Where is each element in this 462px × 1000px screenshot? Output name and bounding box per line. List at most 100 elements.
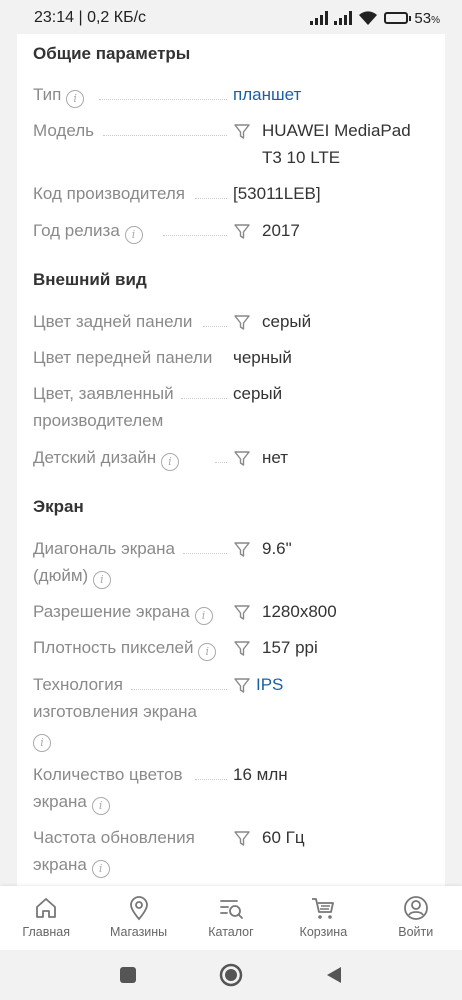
spec-value: [53011LEB] xyxy=(233,184,321,203)
spec-row-vendor-color: Цвет, заявленный производителем серый xyxy=(33,380,433,434)
dotted-leader xyxy=(181,398,227,399)
cart-icon xyxy=(312,898,335,919)
nav-label: Корзина xyxy=(299,925,348,939)
spec-value: 1280x800 xyxy=(262,602,337,621)
dotted-leader xyxy=(99,99,227,100)
spec-label-text: Разрешение экрана xyxy=(33,602,190,621)
dotted-leader xyxy=(183,553,227,554)
info-icon[interactable]: i xyxy=(33,734,51,752)
signal-2-icon xyxy=(334,11,353,25)
spec-label-text: Тип xyxy=(33,85,62,104)
spec-label: Диагональ экрана (дюйм) i xyxy=(33,535,193,589)
filter-icon[interactable] xyxy=(233,676,251,694)
filter-icon[interactable] xyxy=(233,639,251,657)
spec-label: Разрешение экрана i xyxy=(33,598,233,625)
spec-row-colors: Количество цветов экрана i 16 млн xyxy=(33,761,433,815)
nav-label: Магазины xyxy=(109,925,168,939)
filter-icon[interactable] xyxy=(233,829,251,847)
section-title-appearance: Внешний вид xyxy=(33,270,147,289)
spec-label-text: Детский дизайн xyxy=(33,448,157,467)
filter-icon[interactable] xyxy=(233,449,251,467)
spec-label: Цвет передней панели xyxy=(33,348,213,367)
catalog-search-icon xyxy=(220,900,243,919)
spec-label-text: Частота обновления экрана xyxy=(33,828,195,874)
spec-value: черный xyxy=(233,348,292,367)
info-icon[interactable]: i xyxy=(66,90,85,108)
spec-value-link[interactable]: IPS xyxy=(256,671,427,698)
spec-value-link[interactable]: планшет xyxy=(233,81,433,108)
battery-unit: % xyxy=(431,14,440,26)
user-icon xyxy=(403,896,428,920)
status-time-speed: 23:14 | 0,2 КБ/с xyxy=(34,9,147,26)
spec-value: 2017 xyxy=(262,221,300,240)
dotted-leader xyxy=(103,135,227,136)
nav-label: Главная xyxy=(22,925,70,939)
spec-label: Год релиза i xyxy=(33,217,229,244)
spec-value: 60 Гц xyxy=(262,828,305,847)
filter-icon[interactable] xyxy=(233,313,251,331)
status-bar: 23:14 | 0,2 КБ/с 53% xyxy=(0,0,462,36)
spec-row-type: Тип i планшет xyxy=(33,81,433,108)
spec-value: серый xyxy=(262,312,312,331)
filter-icon[interactable] xyxy=(233,122,251,140)
info-icon[interactable]: i xyxy=(194,607,213,625)
section-title-general: Общие параметры xyxy=(33,44,191,63)
home-circle-icon[interactable] xyxy=(218,962,244,988)
dotted-leader xyxy=(215,462,227,463)
dotted-leader xyxy=(163,235,227,236)
info-icon[interactable]: i xyxy=(160,453,179,471)
info-icon[interactable]: i xyxy=(198,643,217,661)
spec-label: Модель xyxy=(33,121,95,140)
spec-label-text: Плотность пикселей xyxy=(33,638,194,657)
nav-stores[interactable]: Магазины xyxy=(94,894,184,939)
spec-label: Частота обновления экрана i xyxy=(33,824,208,878)
nav-login[interactable]: Войти xyxy=(371,894,461,939)
spec-label-text: Технология изготовления экрана xyxy=(33,675,197,721)
bottom-nav: Главная Магазины Каталог Корзина Войти xyxy=(0,886,462,950)
spec-row-resolution: Разрешение экрана i 1280x800 xyxy=(33,598,433,625)
spec-row-model: Модель HUAWEI MediaPad T3 10 LTE xyxy=(33,117,433,171)
battery-percent: 53 xyxy=(414,9,432,27)
back-icon[interactable] xyxy=(324,965,344,985)
filter-icon[interactable] xyxy=(233,603,251,621)
system-nav-bar xyxy=(0,950,462,1000)
spec-row-diagonal: Диагональ экрана (дюйм) i 9.6" xyxy=(33,535,433,589)
spec-label: Цвет, заявленный производителем xyxy=(33,384,174,430)
spec-label: Количество цветов экрана i xyxy=(33,761,203,815)
spec-label: Плотность пикселей i xyxy=(33,634,233,661)
nav-label: Войти xyxy=(398,925,434,939)
filter-icon[interactable] xyxy=(233,222,251,240)
spec-value: HUAWEI MediaPad T3 10 LTE xyxy=(262,121,411,167)
signal-1-icon xyxy=(310,11,329,25)
info-icon[interactable]: i xyxy=(124,226,143,244)
nav-label: Каталог xyxy=(208,925,254,939)
info-icon[interactable]: i xyxy=(92,571,111,589)
location-pin-icon xyxy=(129,896,148,921)
dotted-leader xyxy=(203,326,227,327)
spec-row-release-year: Год релиза i 2017 xyxy=(33,217,433,244)
specs-card: Общие параметры Тип i планшет Модель HUA… xyxy=(17,34,445,886)
spec-row-kids-design: Детский дизайн i нет xyxy=(33,444,433,471)
spec-row-screen-tech: Технология изготовления экрана i IPS xyxy=(33,671,433,752)
info-icon[interactable]: i xyxy=(91,860,110,878)
battery-icon: 53% xyxy=(384,10,440,27)
spec-row-ppi: Плотность пикселей i 157 ppi xyxy=(33,634,433,661)
spec-row-front-color: Цвет передней панели черный xyxy=(33,344,433,371)
spec-value: нет xyxy=(262,448,289,467)
spec-value: 16 млн xyxy=(233,765,288,784)
spec-row-vendor-code: Код производителя [53011LEB] xyxy=(33,180,433,207)
spec-value: 9.6" xyxy=(262,539,292,558)
recents-icon[interactable] xyxy=(118,965,138,985)
nav-cart[interactable]: Корзина xyxy=(278,894,368,939)
spec-label: Тип i xyxy=(33,81,229,108)
spec-label-text: Год релиза xyxy=(33,221,120,240)
dotted-leader xyxy=(131,689,227,690)
spec-row-refresh-rate: Частота обновления экрана i 60 Гц xyxy=(33,824,433,878)
spec-label: Код производителя xyxy=(33,184,185,203)
spec-label: Цвет задней панели xyxy=(33,312,193,331)
spec-label: Детский дизайн i xyxy=(33,444,229,471)
info-icon[interactable]: i xyxy=(91,797,110,815)
nav-catalog[interactable]: Каталог xyxy=(186,894,276,939)
filter-icon[interactable] xyxy=(233,540,251,558)
nav-home[interactable]: Главная xyxy=(1,894,91,939)
